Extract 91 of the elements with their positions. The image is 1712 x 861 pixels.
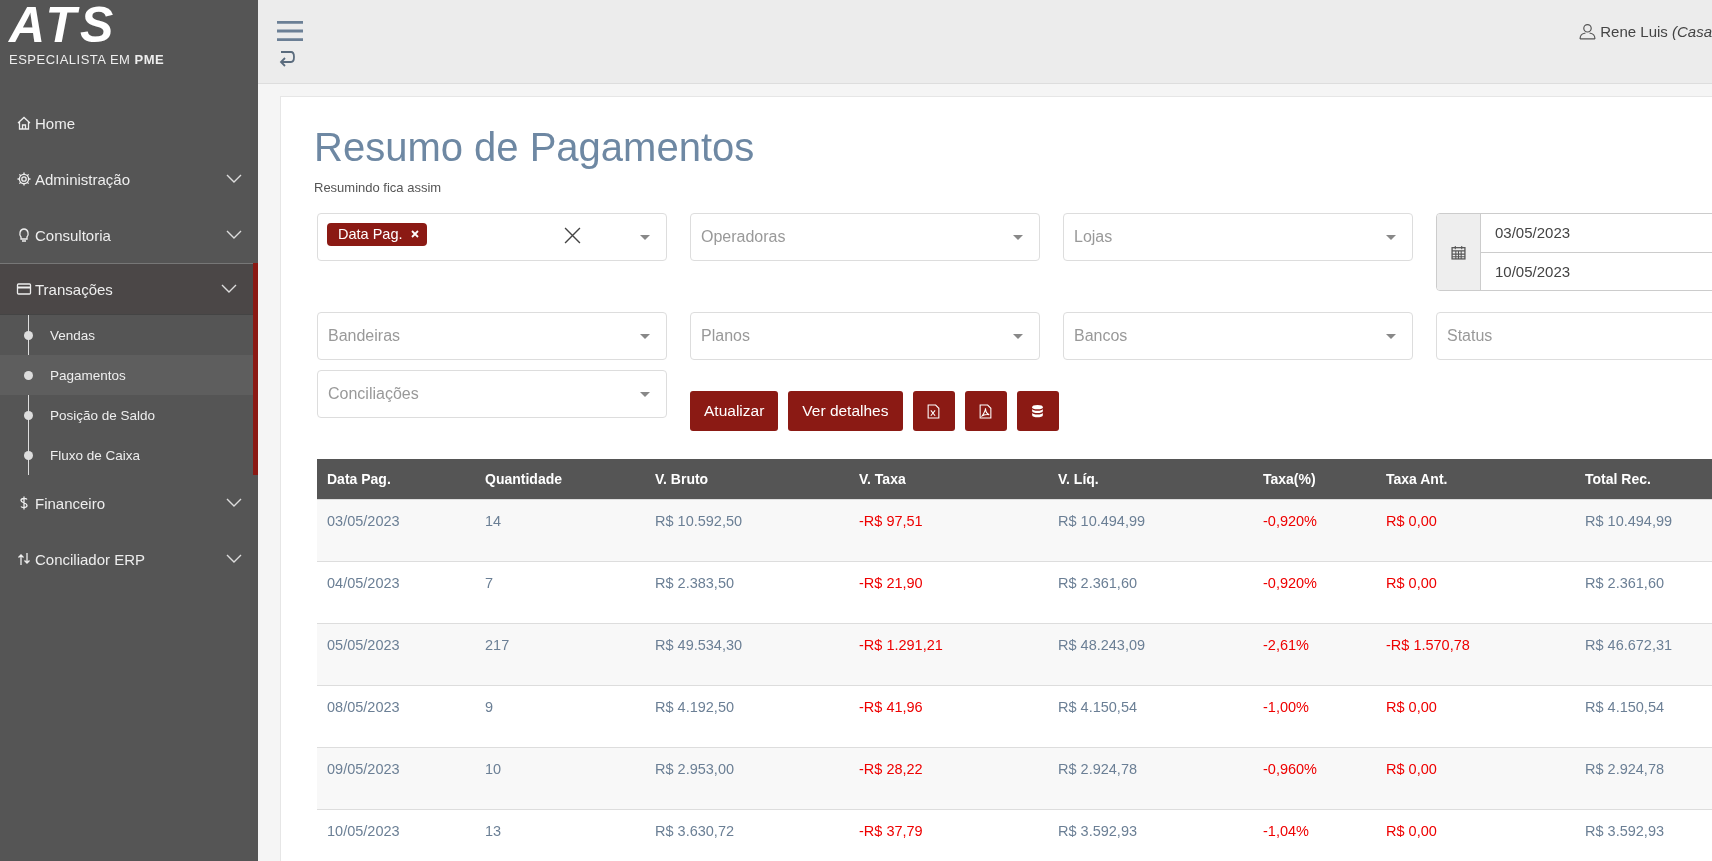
excel-button[interactable]	[912, 391, 955, 431]
table-cell: R$ 3.592,93	[1048, 809, 1253, 861]
table-cell: 10/05/2023	[317, 809, 475, 861]
table-cell: R$ 0,00	[1376, 809, 1575, 861]
page-title: Resumo de Pagamentos	[314, 125, 756, 170]
table-cell: R$ 48.243,09	[1048, 623, 1253, 686]
caret-icon	[640, 234, 650, 240]
chevron-down-icon	[221, 284, 237, 294]
database-icon	[1031, 403, 1044, 419]
column-header[interactable]: Total Rec.	[1575, 459, 1712, 500]
date-to-field[interactable]: 10/05/2023	[1481, 252, 1712, 290]
table-cell: R$ 46.672,31	[1575, 623, 1712, 686]
excel-file-icon	[927, 403, 940, 419]
table-cell: R$ 0,00	[1376, 499, 1575, 562]
logo-mark: ATS	[9, 2, 118, 48]
caret-icon	[1386, 234, 1396, 240]
table-cell: R$ 3.592,93	[1575, 809, 1712, 861]
table-cell: -1,04%	[1253, 809, 1376, 861]
table-cell: -2,61%	[1253, 623, 1376, 686]
gear-icon	[16, 171, 32, 187]
chevron-down-icon	[226, 230, 242, 240]
logo-tagline: ESPECIALISTA EM PME	[9, 52, 165, 67]
chevron-down-icon	[226, 174, 242, 184]
table-cell: -R$ 1.291,21	[849, 623, 1048, 686]
submenu-item[interactable]: Vendas	[0, 315, 253, 355]
column-header[interactable]: Quantidade	[475, 459, 645, 500]
chevron-down-icon	[226, 554, 242, 564]
table-cell: 09/05/2023	[317, 747, 475, 810]
table-cell: 14	[475, 499, 645, 562]
column-header[interactable]: V. Líq.	[1048, 459, 1253, 500]
table-cell: -R$ 28,22	[849, 747, 1048, 810]
column-header[interactable]: V. Taxa	[849, 459, 1048, 500]
table-cell: R$ 49.534,30	[645, 623, 849, 686]
caret-icon	[1013, 234, 1023, 240]
submenu-item[interactable]: Fluxo de Caixa	[0, 435, 253, 475]
caret-icon	[640, 333, 650, 339]
table-cell: R$ 2.953,00	[645, 747, 849, 810]
swap-arrows-icon	[16, 551, 32, 567]
page-subtitle: Resumindo fica assim	[314, 180, 443, 195]
pdf-file-icon	[979, 403, 992, 419]
sidebar-item[interactable]: Financeiro	[0, 475, 258, 531]
user-icon	[1579, 23, 1597, 40]
calendar-icon	[1451, 244, 1466, 260]
table-cell: R$ 10.592,50	[645, 499, 849, 562]
date-from-field[interactable]: 03/05/2023	[1481, 214, 1712, 253]
table-cell: -0,920%	[1253, 499, 1376, 562]
submenu-item[interactable]: Pagamentos	[0, 355, 253, 395]
table-cell: -0,960%	[1253, 747, 1376, 810]
status-field[interactable]: Status	[1436, 312, 1712, 360]
table-cell: R$ 10.494,99	[1575, 499, 1712, 562]
sidebar-item[interactable]: Home	[0, 95, 258, 151]
table-cell: R$ 2.924,78	[1048, 747, 1253, 810]
refresh-button[interactable]: Atualizar	[690, 391, 779, 431]
caret-icon	[640, 391, 650, 397]
pdf-button[interactable]	[964, 391, 1007, 431]
table-cell: -R$ 97,51	[849, 499, 1048, 562]
table-cell: -R$ 37,79	[849, 809, 1048, 861]
table-cell: 10	[475, 747, 645, 810]
remove-icon[interactable]	[410, 230, 419, 238]
user-menu[interactable]: Rene Luis (Casa	[1579, 0, 1712, 83]
clear-icon[interactable]	[564, 227, 581, 244]
table-cell: 13	[475, 809, 645, 861]
table-cell: R$ 10.494,99	[1048, 499, 1253, 562]
table-cell: R$ 2.924,78	[1575, 747, 1712, 810]
database-button[interactable]	[1016, 391, 1059, 431]
sidebar-item[interactable]: Transações	[0, 263, 253, 315]
table-cell: 03/05/2023	[317, 499, 475, 562]
sidebar-item[interactable]: Administração	[0, 151, 258, 207]
table-cell: 05/05/2023	[317, 623, 475, 686]
sidebar-item[interactable]: Consultoria	[0, 207, 258, 263]
card-icon	[16, 281, 32, 297]
caret-icon	[1013, 333, 1023, 339]
caret-icon	[1386, 333, 1396, 339]
table-cell: R$ 3.630,72	[645, 809, 849, 861]
home-icon	[16, 115, 32, 131]
lightbulb-icon	[16, 227, 32, 243]
table-cell: -R$ 1.570,78	[1376, 623, 1575, 686]
column-header[interactable]: Taxa(%)	[1253, 459, 1376, 500]
submenu-item[interactable]: Posição de Saldo	[0, 395, 253, 435]
filter-tag: Data Pag.	[327, 223, 427, 246]
table-cell: 217	[475, 623, 645, 686]
group-by-select[interactable]: Data Pag.	[317, 213, 667, 261]
details-button[interactable]: Ver detalhes	[788, 391, 903, 431]
chevron-down-icon	[226, 498, 242, 508]
column-header[interactable]: Taxa Ant.	[1376, 459, 1575, 500]
column-header[interactable]: Data Pag.	[317, 459, 475, 500]
menu-icon[interactable]	[277, 20, 303, 42]
column-header[interactable]: V. Bruto	[645, 459, 849, 500]
table-cell: R$ 0,00	[1376, 747, 1575, 810]
calendar-addon[interactable]	[1437, 214, 1481, 290]
sidebar-item[interactable]: Conciliador ERP	[0, 531, 258, 587]
